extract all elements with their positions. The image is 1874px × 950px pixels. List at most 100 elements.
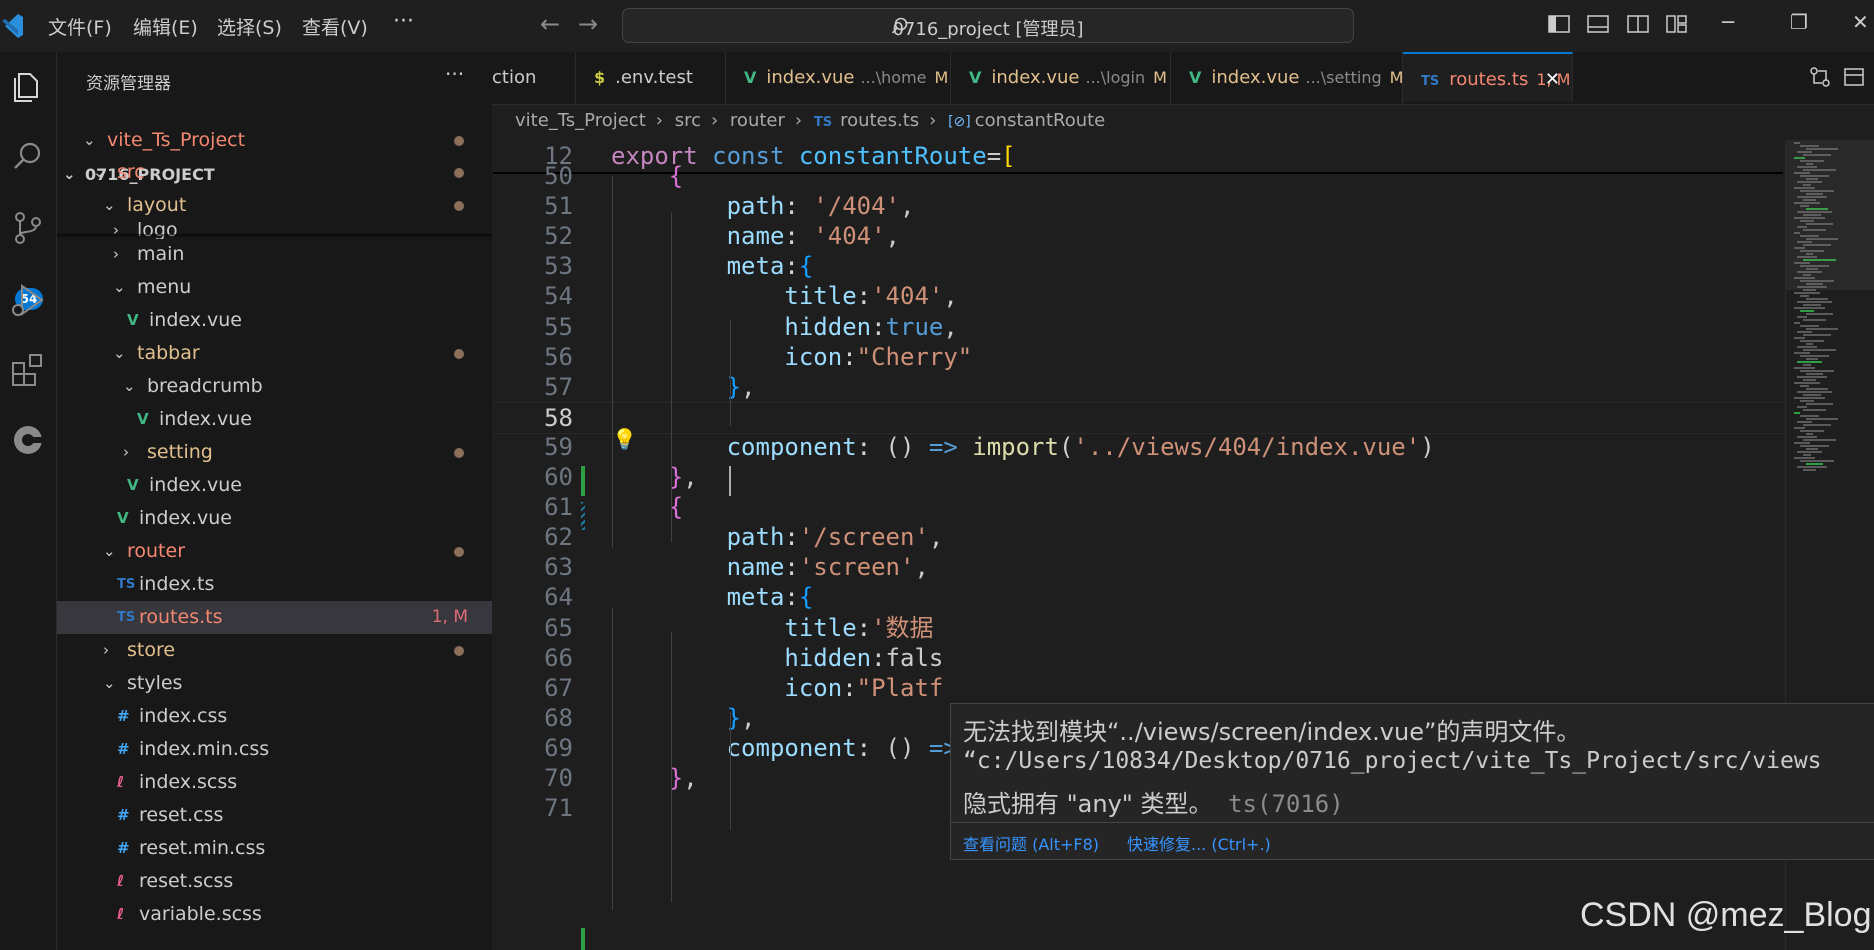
git-status-dot [454, 448, 464, 458]
code-text: meta:{ [726, 583, 814, 612]
tree-item-label: breadcrumb [147, 375, 263, 397]
menu-edit[interactable]: 编辑(E) [133, 13, 198, 40]
remote-explorer-icon[interactable] [8, 420, 48, 460]
search-icon[interactable] [8, 136, 48, 176]
code-line-60[interactable]: 60 }, [493, 462, 1783, 492]
open-changes-icon[interactable] [1809, 66, 1831, 88]
code-line-64[interactable]: 64 meta:{ [493, 582, 1783, 612]
quick-fix-link[interactable]: 快速修复... (Ctrl+.) [1127, 831, 1271, 855]
tree-file-variable-scss[interactable]: ℓ variable.scss [57, 898, 492, 931]
code-line-53[interactable]: 53 meta:{ [493, 251, 1783, 281]
forward-arrow-icon[interactable]: → [578, 10, 598, 38]
toggle-panel-icon[interactable] [1587, 14, 1609, 34]
source-control-icon[interactable] [8, 208, 48, 248]
code-line-65[interactable]: 65 title:'数据 [493, 613, 1783, 643]
breadcrumb-file[interactable]: routes.ts [840, 110, 919, 131]
chevron-down-icon: ⌄ [113, 278, 126, 296]
code-line-57[interactable]: 57 }, [493, 372, 1783, 402]
view-problem-link[interactable]: 查看问题 (Alt+F8) [963, 831, 1099, 855]
tab-1[interactable]: $ .env.test [576, 52, 726, 104]
tree-folder-layout[interactable]: ⌄ layout [57, 189, 492, 222]
minimize-button[interactable]: ─ [1722, 10, 1734, 34]
minimap-line [1794, 352, 1810, 354]
run-debug-icon[interactable] [8, 280, 48, 320]
tab-path: ...\setting [1305, 68, 1382, 87]
code-line-63[interactable]: 63 name:'screen', [493, 552, 1783, 582]
tree-folder-tabbar[interactable]: ⌄ tabbar [57, 337, 492, 370]
minimap-line [1806, 328, 1838, 330]
minimap-line [1803, 334, 1831, 336]
close-tab-icon[interactable]: ✕ [1545, 54, 1560, 104]
tree-file-breadcrumb-index-vue[interactable]: Vindex.vue [57, 403, 492, 436]
tree-file-layout-index-vue[interactable]: Vindex.vue [57, 502, 492, 535]
vue-file-icon: V [969, 68, 982, 87]
code-line-56[interactable]: 56 icon:"Cherry" [493, 342, 1783, 372]
command-center-search[interactable]: 0716_project [管理员] [622, 8, 1354, 43]
tree-file-index-scss[interactable]: ℓ index.scss [57, 766, 492, 799]
tree-file-router-index-ts[interactable]: TS index.ts [57, 568, 492, 601]
customize-layout-icon[interactable] [1666, 14, 1688, 34]
tree-file-tabbar-index-vue[interactable]: Vindex.vue [57, 469, 492, 502]
breadcrumb-src[interactable]: src [675, 110, 701, 131]
code-line-55[interactable]: 55 hidden:true, [493, 312, 1783, 342]
code-line-50[interactable]: 50 { [493, 161, 1783, 191]
code-line-59[interactable]: 59 component: () => import('../views/404… [493, 432, 1783, 462]
menu-selection[interactable]: 选择(S) [217, 13, 282, 40]
tree-item-label: layout [127, 194, 187, 216]
code-line-54[interactable]: 54 title:'404', [493, 281, 1783, 311]
split-editor-icon[interactable] [1843, 66, 1865, 88]
hover-error-code: ts(7016) [1228, 790, 1344, 818]
tree-folder-router[interactable]: ⌄ router [57, 535, 492, 568]
tree-file-index-min-css[interactable]: # index.min.css [57, 733, 492, 766]
menu-file[interactable]: 文件(F) [48, 13, 112, 40]
tree-file-index-css[interactable]: # index.css [57, 700, 492, 733]
close-window-button[interactable]: ✕ [1852, 10, 1869, 34]
extensions-icon[interactable] [8, 350, 48, 390]
tree-file-routes-ts[interactable]: TS routes.ts 1, M [57, 601, 492, 634]
toggle-secondary-sidebar-icon[interactable] [1627, 14, 1649, 34]
code-line-66[interactable]: 66 hidden:fals [493, 643, 1783, 673]
breadcrumb-symbol[interactable]: constantRoute [975, 110, 1106, 131]
tree-folder-vite-ts-project[interactable]: ⌄ vite_Ts_Project [57, 124, 492, 157]
code-line-61[interactable]: 61 { [493, 492, 1783, 522]
menu-more-button[interactable]: ··· [393, 9, 414, 34]
breadcrumb-router[interactable]: router [730, 110, 785, 131]
tree-folder-setting[interactable]: › setting [57, 436, 492, 469]
tab-0[interactable]: ction [492, 52, 576, 104]
tree-file-reset-css[interactable]: # reset.css [57, 799, 492, 832]
minimap-line [1800, 445, 1829, 447]
line-number: 64 [544, 583, 573, 612]
restore-button[interactable]: ❐ [1790, 10, 1808, 34]
tab-4[interactable]: Vindex.vue ...\setting M [1171, 52, 1403, 104]
minimap-line [1803, 379, 1816, 381]
tree-file-menu-index-vue[interactable]: Vindex.vue [57, 304, 492, 337]
tree-file-reset-min-css[interactable]: # reset.min.css [57, 832, 492, 865]
code-line-67[interactable]: 67 icon:"Platf [493, 673, 1783, 703]
code-line-62[interactable]: 62 path:'/screen', [493, 522, 1783, 552]
line-number: 58 [544, 403, 573, 432]
toggle-primary-sidebar-icon[interactable] [1548, 14, 1570, 34]
tree-folder-main[interactable]: › main [57, 238, 492, 271]
line-number: 52 [544, 222, 573, 251]
tab-3[interactable]: Vindex.vue ...\login M [951, 52, 1171, 104]
minimap-line [1797, 466, 1827, 468]
tab-2[interactable]: Vindex.vue ...\home M [726, 52, 951, 104]
tree-folder-store[interactable]: › store [57, 634, 492, 667]
breadcrumb-project[interactable]: vite_Ts_Project [515, 110, 646, 131]
tree-item-label: index.ts [139, 573, 215, 595]
menu-view[interactable]: 查看(V) [302, 13, 368, 40]
tree-folder-menu[interactable]: ⌄ menu [57, 271, 492, 304]
lightbulb-icon[interactable]: 💡 [612, 427, 637, 451]
minimap-slider[interactable] [1786, 140, 1874, 290]
tree-folder-styles[interactable]: ⌄ styles [57, 667, 492, 700]
code-line-51[interactable]: 51 path: '/404', [493, 191, 1783, 221]
tree-file-reset-scss[interactable]: ℓ reset.scss [57, 865, 492, 898]
tab-5[interactable]: TS routes.ts 1, M ✕ [1403, 52, 1573, 102]
code-line-58[interactable]: 58 [493, 401, 1783, 434]
tree-folder-breadcrumb[interactable]: ⌄ breadcrumb [57, 370, 492, 403]
code-line-52[interactable]: 52 name: '404', [493, 221, 1783, 251]
explorer-more-button[interactable]: ··· [445, 62, 464, 86]
explorer-icon[interactable] [8, 66, 48, 106]
tree-folder-src[interactable]: ⌄ src [57, 156, 492, 189]
back-arrow-icon[interactable]: ← [540, 10, 560, 38]
